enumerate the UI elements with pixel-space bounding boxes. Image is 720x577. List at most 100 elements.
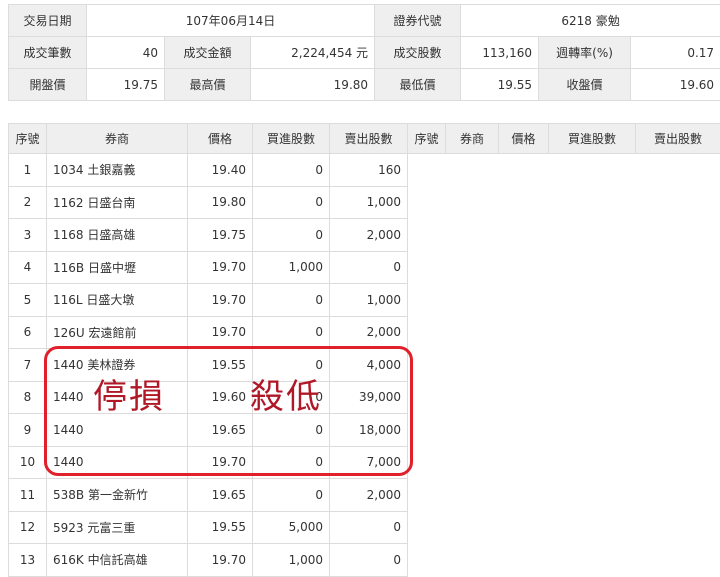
- empty-cell: [446, 316, 499, 349]
- col-header-sell: 賣出股數: [330, 124, 408, 154]
- col-header-sell-2: 賣出股數: [636, 124, 720, 154]
- row-sell: 1,000: [330, 186, 408, 219]
- row-buy: 1,000: [253, 544, 330, 577]
- empty-cell: [499, 544, 549, 577]
- empty-cell: [549, 349, 636, 382]
- row-price: 19.70: [188, 251, 253, 284]
- row-price: 19.70: [188, 446, 253, 479]
- row-no: 1: [9, 154, 47, 187]
- table-row: 10144019.7007,000: [9, 446, 720, 479]
- empty-cell: [549, 479, 636, 512]
- row-price: 19.65: [188, 414, 253, 447]
- empty-cell: [499, 349, 549, 382]
- row-no: 4: [9, 251, 47, 284]
- row-buy: 0: [253, 154, 330, 187]
- summary-row-1: 交易日期 107年06月14日 證券代號 6218 豪勉: [9, 5, 720, 37]
- trade-date-value: 107年06月14日: [87, 5, 375, 37]
- empty-cell: [499, 381, 549, 414]
- low-price-label: 最低價: [375, 69, 461, 101]
- row-no: 3: [9, 219, 47, 252]
- empty-cell: [408, 154, 446, 187]
- empty-cell: [499, 511, 549, 544]
- empty-cell: [549, 284, 636, 317]
- row-broker: 616K 中信託高雄: [47, 544, 188, 577]
- table-row: 11034 土銀嘉義19.400160: [9, 154, 720, 187]
- row-no: 7: [9, 349, 47, 382]
- row-sell: 2,000: [330, 219, 408, 252]
- summary-row-2: 成交筆數 40 成交金額 2,224,454 元 成交股數 113,160 週轉…: [9, 37, 720, 69]
- row-price: 19.60: [188, 381, 253, 414]
- empty-cell: [408, 284, 446, 317]
- empty-cell: [499, 154, 549, 187]
- empty-cell: [636, 381, 720, 414]
- empty-cell: [549, 381, 636, 414]
- row-sell: 18,000: [330, 414, 408, 447]
- empty-cell: [636, 446, 720, 479]
- empty-cell: [499, 446, 549, 479]
- empty-cell: [446, 511, 499, 544]
- col-header-no-2: 序號: [408, 124, 446, 154]
- row-broker: 5923 元富三重: [47, 511, 188, 544]
- empty-cell: [499, 316, 549, 349]
- empty-cell: [408, 316, 446, 349]
- table-row: 13616K 中信託高雄19.701,0000: [9, 544, 720, 577]
- row-buy: 0: [253, 479, 330, 512]
- empty-cell: [636, 511, 720, 544]
- empty-cell: [549, 251, 636, 284]
- row-buy: 1,000: [253, 251, 330, 284]
- open-price-label: 開盤價: [9, 69, 87, 101]
- row-buy: 0: [253, 284, 330, 317]
- empty-cell: [636, 316, 720, 349]
- trades-header-row: 序號 券商 價格 買進股數 賣出股數 序號 券商 價格 買進股數 賣出股數: [9, 124, 720, 154]
- row-buy: 0: [253, 316, 330, 349]
- empty-cell: [446, 251, 499, 284]
- empty-cell: [446, 446, 499, 479]
- table-row: 11538B 第一金新竹19.6502,000: [9, 479, 720, 512]
- broker-trades-table: 序號 券商 價格 買進股數 賣出股數 序號 券商 價格 買進股數 賣出股數 11…: [8, 123, 720, 577]
- row-sell: 1,000: [330, 284, 408, 317]
- empty-cell: [549, 219, 636, 252]
- empty-cell: [636, 251, 720, 284]
- row-buy: 5,000: [253, 511, 330, 544]
- row-price: 19.55: [188, 349, 253, 382]
- empty-cell: [499, 186, 549, 219]
- empty-cell: [636, 349, 720, 382]
- trade-shares-label: 成交股數: [375, 37, 461, 69]
- close-price-value: 19.60: [631, 69, 720, 101]
- turnover-value: 0.17: [631, 37, 720, 69]
- row-no: 12: [9, 511, 47, 544]
- row-broker: 1034 土銀嘉義: [47, 154, 188, 187]
- row-no: 6: [9, 316, 47, 349]
- row-buy: 0: [253, 414, 330, 447]
- empty-cell: [408, 446, 446, 479]
- row-buy: 0: [253, 349, 330, 382]
- row-sell: 0: [330, 511, 408, 544]
- col-header-price: 價格: [188, 124, 253, 154]
- empty-cell: [549, 154, 636, 187]
- empty-cell: [636, 219, 720, 252]
- empty-cell: [446, 186, 499, 219]
- row-price: 19.65: [188, 479, 253, 512]
- empty-cell: [446, 414, 499, 447]
- empty-cell: [408, 414, 446, 447]
- trade-date-label: 交易日期: [9, 5, 87, 37]
- empty-cell: [408, 381, 446, 414]
- empty-cell: [636, 186, 720, 219]
- col-header-broker-2: 券商: [446, 124, 499, 154]
- empty-cell: [499, 284, 549, 317]
- table-row: 8144019.60039,000: [9, 381, 720, 414]
- row-sell: 0: [330, 544, 408, 577]
- row-broker: 1168 日盛高雄: [47, 219, 188, 252]
- empty-cell: [636, 544, 720, 577]
- empty-cell: [549, 511, 636, 544]
- table-row: 5116L 日盛大墩19.7001,000: [9, 284, 720, 317]
- col-header-no: 序號: [9, 124, 47, 154]
- table-row: 71440 美林證券19.5504,000: [9, 349, 720, 382]
- row-buy: 0: [253, 381, 330, 414]
- row-price: 19.70: [188, 544, 253, 577]
- table-row: 9144019.65018,000: [9, 414, 720, 447]
- trade-shares-value: 113,160: [461, 37, 539, 69]
- row-no: 9: [9, 414, 47, 447]
- row-no: 10: [9, 446, 47, 479]
- trade-count-value: 40: [87, 37, 165, 69]
